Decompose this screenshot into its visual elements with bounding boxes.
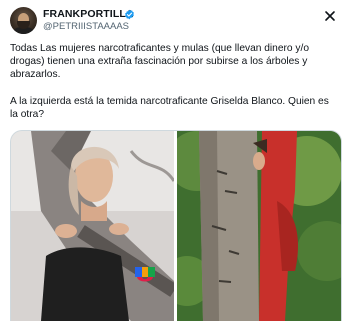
- tweet-header: FRANKPORTILLA @PETRIIISTAAAAS: [10, 7, 340, 35]
- tweet-text: Todas Las mujeres narcotraficantes y mul…: [10, 42, 335, 134]
- photo-left-image: [11, 131, 174, 321]
- avatar[interactable]: [10, 7, 37, 34]
- author-name[interactable]: FRANKPORTILLA: [43, 8, 134, 20]
- close-icon[interactable]: [323, 9, 337, 23]
- tweet-media: [10, 130, 342, 321]
- photo-right[interactable]: [177, 131, 341, 321]
- photo-left[interactable]: [11, 131, 174, 321]
- tweet-paragraph: A la izquierda está la temida narcotrafi…: [10, 95, 329, 120]
- univision-logo-icon: [135, 267, 155, 282]
- author-handle[interactable]: @PETRIIISTAAAAS: [43, 21, 129, 32]
- photo-right-image: [177, 131, 341, 321]
- tweet-paragraph: Todas Las mujeres narcotraficantes y mul…: [10, 43, 309, 81]
- verified-badge-icon: [125, 9, 134, 20]
